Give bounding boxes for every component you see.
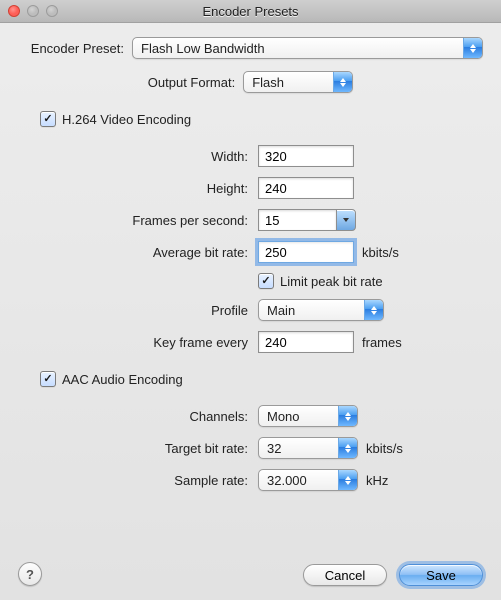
- profile-label: Profile: [18, 303, 248, 318]
- profile-select[interactable]: Main: [258, 299, 384, 321]
- zoom-button[interactable]: [46, 5, 58, 17]
- target-bitrate-select[interactable]: 32: [258, 437, 358, 459]
- channels-label: Channels:: [18, 409, 248, 424]
- profile-value: Main: [259, 303, 364, 318]
- minimize-button[interactable]: [27, 5, 39, 17]
- traffic-lights: [8, 5, 58, 17]
- sample-rate-unit: kHz: [366, 473, 388, 488]
- output-format-value: Flash: [244, 75, 333, 90]
- avg-bitrate-input[interactable]: [258, 241, 354, 263]
- limit-peak-checkbox[interactable]: [258, 273, 274, 289]
- channels-value: Mono: [259, 409, 338, 424]
- chevron-updown-icon: [338, 470, 357, 490]
- sample-rate-value: 32.000: [259, 473, 338, 488]
- avg-bitrate-label: Average bit rate:: [18, 245, 248, 260]
- encoder-preset-select[interactable]: Flash Low Bandwidth: [132, 37, 483, 59]
- window-title: Encoder Presets: [0, 4, 501, 19]
- width-input[interactable]: [258, 145, 354, 167]
- encoder-preset-label: Encoder Preset:: [18, 41, 124, 56]
- fps-input[interactable]: [258, 209, 336, 231]
- chevron-down-icon[interactable]: [336, 209, 356, 231]
- height-label: Height:: [18, 181, 248, 196]
- chevron-updown-icon: [338, 438, 357, 458]
- video-encoding-checkbox[interactable]: [40, 111, 56, 127]
- sample-rate-select[interactable]: 32.000: [258, 469, 358, 491]
- target-bitrate-label: Target bit rate:: [18, 441, 248, 456]
- chevron-updown-icon: [463, 38, 482, 58]
- height-input[interactable]: [258, 177, 354, 199]
- content-area: Encoder Preset: Flash Low Bandwidth Outp…: [0, 23, 501, 491]
- encoder-preset-value: Flash Low Bandwidth: [133, 41, 463, 56]
- fps-label: Frames per second:: [18, 213, 248, 228]
- sample-rate-label: Sample rate:: [18, 473, 248, 488]
- width-label: Width:: [18, 149, 248, 164]
- target-bitrate-value: 32: [259, 441, 338, 456]
- keyframe-input[interactable]: [258, 331, 354, 353]
- keyframe-label: Key frame every: [18, 335, 248, 350]
- audio-encoding-label: AAC Audio Encoding: [62, 372, 183, 387]
- cancel-button[interactable]: Cancel: [303, 564, 387, 586]
- audio-encoding-checkbox[interactable]: [40, 371, 56, 387]
- keyframe-unit: frames: [362, 335, 402, 350]
- save-button[interactable]: Save: [399, 564, 483, 586]
- chevron-updown-icon: [338, 406, 357, 426]
- avg-bitrate-unit: kbits/s: [362, 245, 399, 260]
- fps-combobox[interactable]: [258, 209, 356, 231]
- output-format-select[interactable]: Flash: [243, 71, 353, 93]
- target-bitrate-unit: kbits/s: [366, 441, 403, 456]
- channels-select[interactable]: Mono: [258, 405, 358, 427]
- titlebar: Encoder Presets: [0, 0, 501, 23]
- close-button[interactable]: [8, 5, 20, 17]
- encoder-presets-window: Encoder Presets Encoder Preset: Flash Lo…: [0, 0, 501, 600]
- limit-peak-label: Limit peak bit rate: [280, 274, 383, 289]
- chevron-updown-icon: [333, 72, 352, 92]
- output-format-label: Output Format:: [148, 75, 235, 90]
- chevron-updown-icon: [364, 300, 383, 320]
- video-encoding-label: H.264 Video Encoding: [62, 112, 191, 127]
